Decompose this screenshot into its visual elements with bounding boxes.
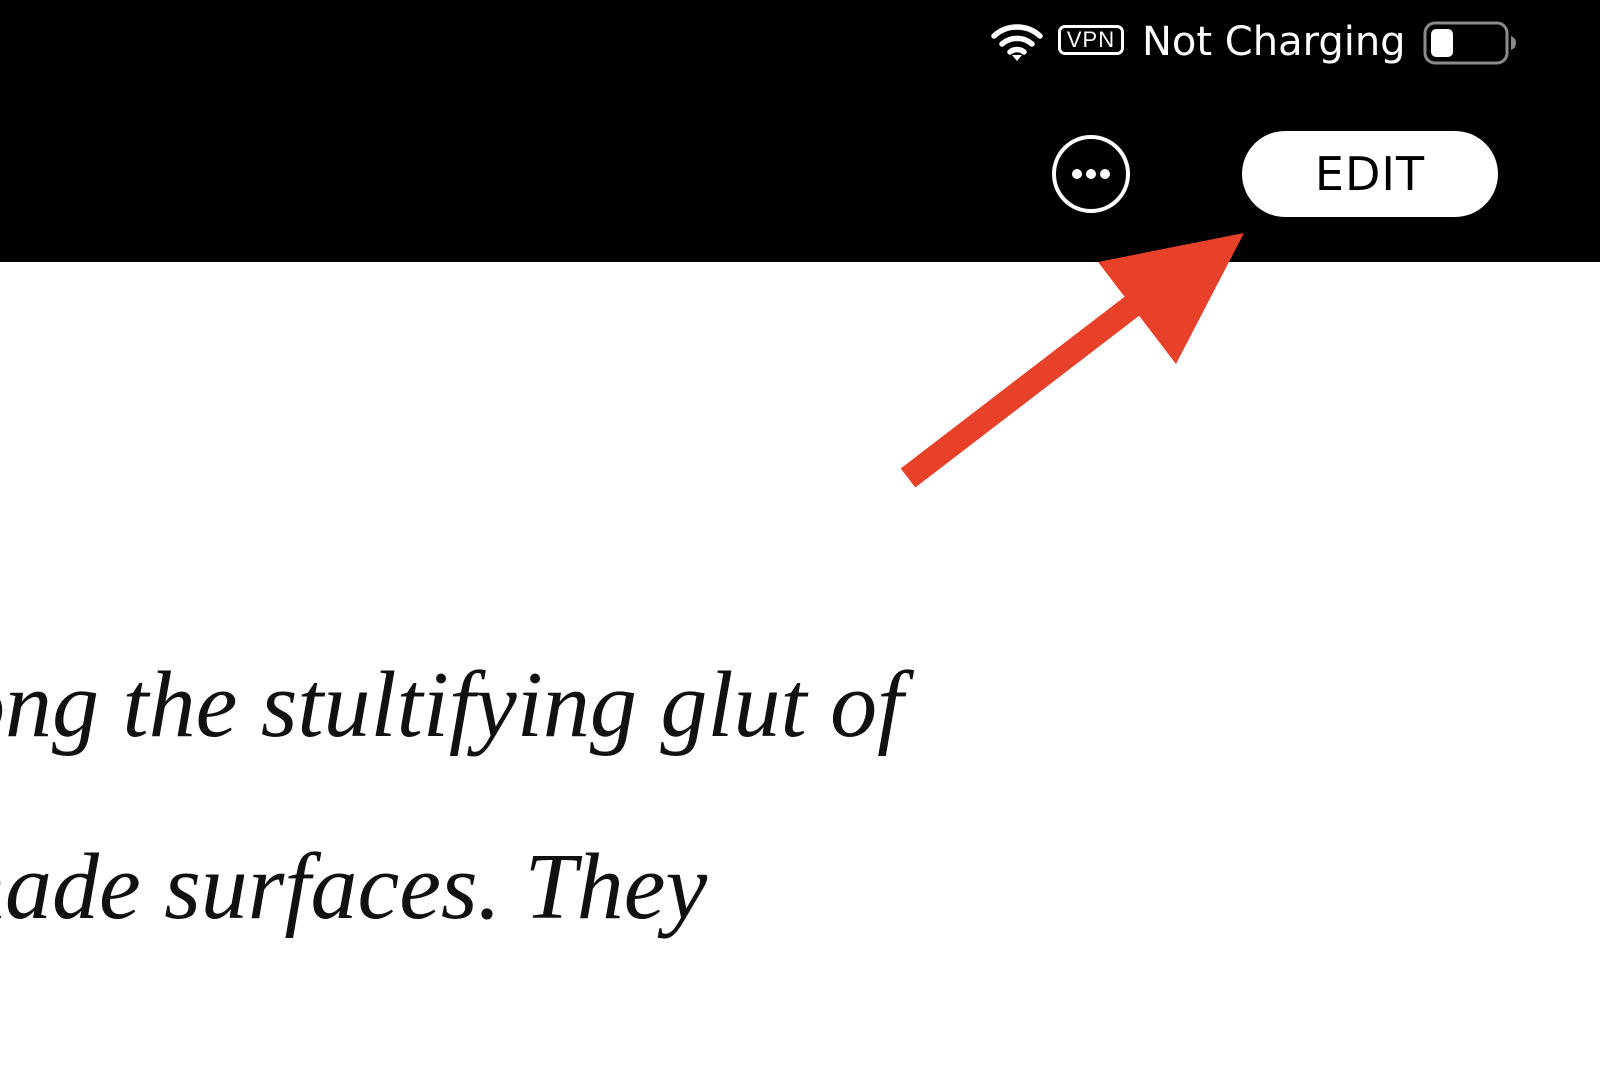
ellipsis-circle-icon <box>1072 169 1110 179</box>
body-text-line: nade surfaces. They <box>0 835 708 939</box>
edit-button[interactable]: EDIT <box>1242 131 1498 217</box>
vpn-badge: VPN <box>1058 25 1124 55</box>
body-text-line: ong the stultifying glut of <box>0 653 904 757</box>
status-bar: VPN Not Charging <box>0 0 1600 90</box>
charging-status: Not Charging <box>1142 19 1406 65</box>
wifi-icon <box>991 24 1043 61</box>
more-options-button[interactable] <box>1052 135 1130 213</box>
page: VPN Not Charging EDIT ong the stultifyin… <box>0 0 1600 1074</box>
top-bar: VPN Not Charging EDIT <box>0 0 1600 262</box>
battery-icon <box>1423 21 1516 65</box>
